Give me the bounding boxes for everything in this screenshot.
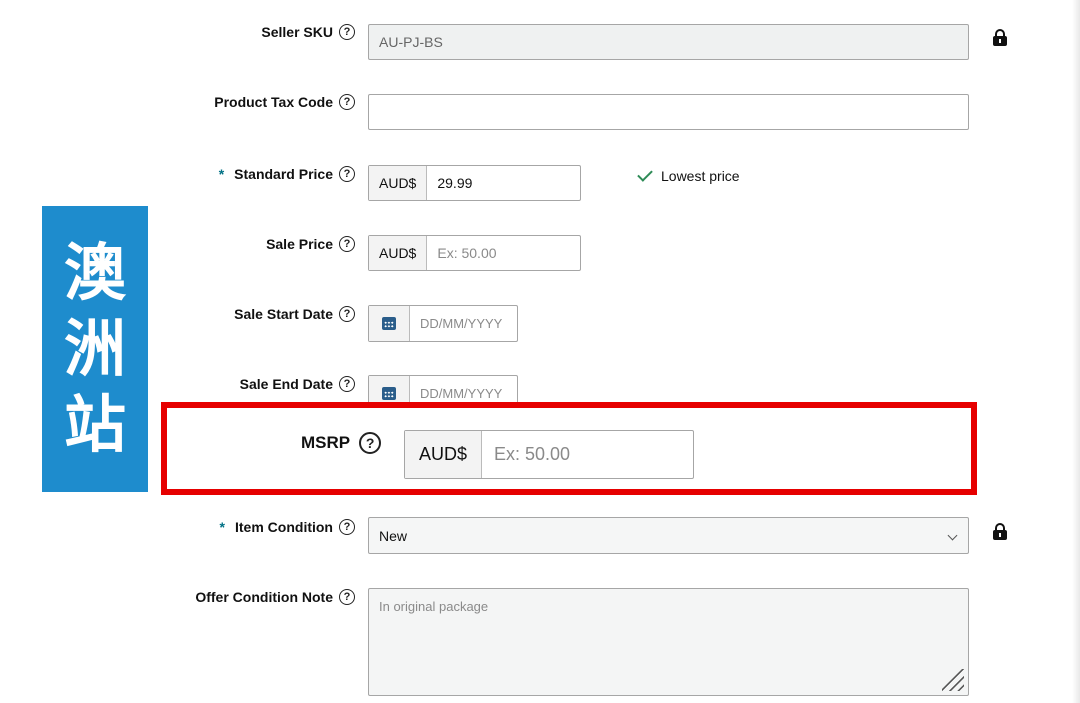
offer-condition-note-textarea[interactable]: In original package <box>368 588 969 696</box>
sale-end-date-label: Sale End Date ? <box>240 376 355 392</box>
calendar-icon[interactable] <box>369 306 410 341</box>
banner-char: 澳 <box>63 236 126 309</box>
region-banner: 澳 洲 站 <box>42 206 148 492</box>
sale-start-date-label: Sale Start Date ? <box>234 306 355 322</box>
question-circle-icon[interactable]: ? <box>339 306 355 322</box>
scroll-edge <box>1072 0 1080 703</box>
currency-prefix: AUD$ <box>369 166 428 200</box>
required-marker: * <box>218 166 225 182</box>
sale-price-label: Sale Price ? <box>266 236 355 252</box>
offer-condition-note-label: Offer Condition Note ? <box>195 589 355 605</box>
product-tax-code-label: Product Tax Code ? <box>214 94 355 110</box>
sale-price-placeholder: Ex: 50.00 <box>437 245 497 261</box>
item-condition-label: * Item Condition ? <box>220 519 355 535</box>
resize-handle[interactable] <box>942 669 964 691</box>
sale-end-date-placeholder: DD/MM/YYYY <box>420 386 503 401</box>
banner-char: 洲 <box>63 312 126 385</box>
lowest-price-text: Lowest price <box>661 168 740 184</box>
question-circle-icon[interactable]: ? <box>339 166 355 182</box>
question-circle-icon[interactable]: ? <box>359 432 382 454</box>
chevron-down-icon <box>947 530 958 541</box>
question-circle-icon[interactable]: ? <box>339 519 355 535</box>
product-tax-code-input[interactable] <box>368 94 969 130</box>
seller-sku-value: AU-PJ-BS <box>379 34 443 50</box>
question-circle-icon[interactable]: ? <box>339 94 355 110</box>
item-condition-select[interactable]: New <box>368 517 969 554</box>
question-circle-icon[interactable]: ? <box>339 24 355 40</box>
lowest-price-note: Lowest price <box>637 166 740 184</box>
currency-prefix: AUD$ <box>369 236 428 270</box>
msrp-input[interactable]: AUD$ Ex: 50.00 <box>404 430 694 479</box>
banner-char: 站 <box>63 388 126 461</box>
check-icon <box>637 166 653 182</box>
lock-icon <box>993 29 1007 46</box>
question-circle-icon[interactable]: ? <box>339 589 355 605</box>
question-circle-icon[interactable]: ? <box>339 376 355 392</box>
lock-icon <box>993 523 1007 540</box>
msrp-placeholder: Ex: 50.00 <box>494 444 571 464</box>
currency-prefix: AUD$ <box>405 431 483 478</box>
standard-price-label: * Standard Price ? <box>219 166 355 182</box>
standard-price-input[interactable]: AUD$ 29.99 <box>368 165 581 201</box>
standard-price-value: 29.99 <box>437 175 473 191</box>
seller-sku-label: Seller SKU ? <box>261 24 355 40</box>
sale-start-date-placeholder: DD/MM/YYYY <box>420 316 503 331</box>
sale-price-input[interactable]: AUD$ Ex: 50.00 <box>368 235 581 271</box>
item-condition-value: New <box>379 527 408 544</box>
required-marker: * <box>219 519 225 535</box>
offer-condition-note-placeholder: In original package <box>379 599 489 614</box>
sale-start-date-input[interactable]: DD/MM/YYYY <box>368 305 518 342</box>
msrp-label: MSRP ? <box>301 432 382 454</box>
question-circle-icon[interactable]: ? <box>339 236 355 252</box>
seller-sku-field: AU-PJ-BS <box>368 24 969 60</box>
